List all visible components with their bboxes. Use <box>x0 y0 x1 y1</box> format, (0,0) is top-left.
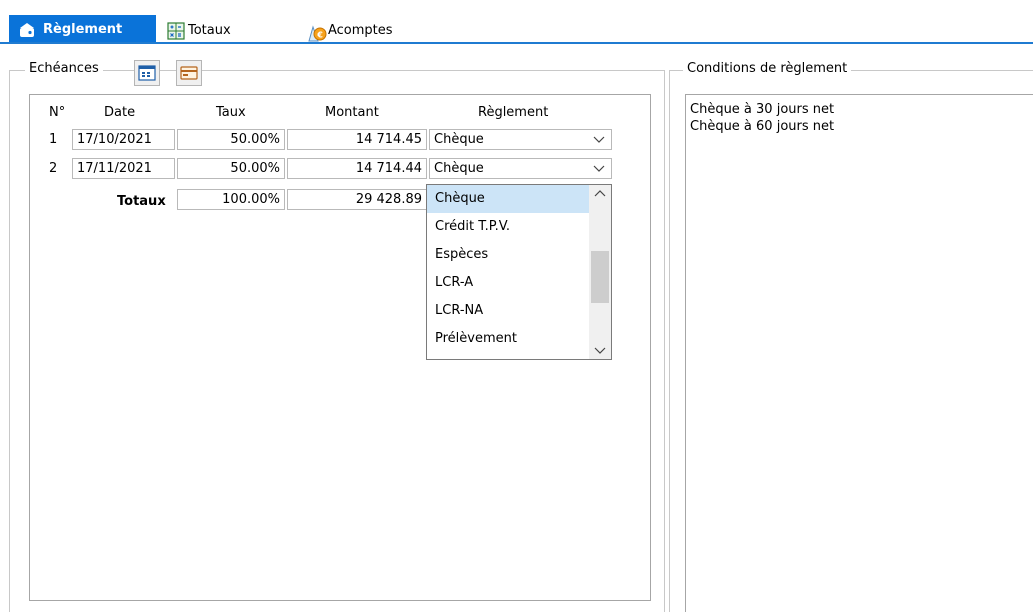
reglement-select-value: Chèque <box>434 161 484 176</box>
tab-reglement-label: Règlement <box>43 22 123 37</box>
dropdown-option-cheque[interactable]: Chèque <box>427 185 589 213</box>
tab-totaux-label: Totaux <box>188 23 231 38</box>
scroll-down-icon[interactable] <box>589 341 611 359</box>
header-montant: Montant <box>325 105 379 120</box>
dropdown-option-especes[interactable]: Espèces <box>427 241 589 269</box>
tab-reglement[interactable]: Règlement <box>9 15 156 44</box>
chevron-down-icon <box>593 130 605 155</box>
reglement-dropdown-list[interactable]: Chèque Crédit T.P.V. Espèces LCR-A LCR-N… <box>426 184 612 360</box>
montant-field[interactable]: 14 714.45 <box>287 129 427 150</box>
tab-bar: Règlement Totaux € Acomptes <box>0 0 1033 44</box>
header-taux: Taux <box>216 105 246 120</box>
chevron-down-icon <box>593 159 605 184</box>
card-button[interactable] <box>176 60 202 86</box>
taux-field[interactable]: 50.00% <box>177 129 285 150</box>
date-field[interactable]: 17/11/2021 <box>72 158 175 179</box>
taux-field[interactable]: 50.00% <box>177 158 285 179</box>
totals-montant-field: 29 428.89 <box>287 189 427 210</box>
date-field[interactable]: 17/10/2021 <box>72 129 175 150</box>
conditions-legend: Conditions de règlement <box>683 61 852 76</box>
tab-acomptes-label: Acomptes <box>328 23 393 38</box>
totals-taux-field: 100.00% <box>177 189 285 210</box>
header-date: Date <box>104 105 136 120</box>
condition-line: Chèque à 60 jours net <box>690 119 835 134</box>
dropdown-option-credit-tpv[interactable]: Crédit T.P.V. <box>427 213 589 241</box>
tab-totaux[interactable]: Totaux <box>166 17 231 44</box>
wallet-icon <box>17 20 37 40</box>
echeances-legend: Echéances <box>25 61 103 76</box>
dropdown-scrollbar[interactable] <box>589 185 611 359</box>
dropdown-option-lcr-a[interactable]: LCR-A <box>427 269 589 297</box>
dropdown-option-lcr-na[interactable]: LCR-NA <box>427 297 589 325</box>
row-num: 1 <box>49 132 58 147</box>
dropdown-option-prelevement[interactable]: Prélèvement <box>427 325 589 353</box>
euro-coins-icon: € <box>306 21 327 41</box>
card-icon <box>177 66 201 89</box>
calendar-icon <box>135 65 159 89</box>
scroll-up-icon[interactable] <box>589 185 611 203</box>
reglement-select[interactable]: Chèque <box>429 158 612 179</box>
header-reglement: Règlement <box>478 105 549 120</box>
scrollbar-thumb[interactable] <box>591 251 609 303</box>
tab-acomptes[interactable]: € Acomptes <box>306 17 393 44</box>
calendar-button[interactable] <box>134 60 160 86</box>
conditions-list[interactable] <box>685 94 1033 612</box>
reglement-select-value: Chèque <box>434 132 484 147</box>
reglement-select[interactable]: Chèque <box>429 129 612 150</box>
tab-underline <box>0 42 1033 44</box>
totals-label: Totaux <box>117 194 166 209</box>
svg-text:€: € <box>316 30 323 39</box>
calculator-icon <box>166 21 186 41</box>
header-num: N° <box>49 105 66 120</box>
condition-line: Chèque à 30 jours net <box>690 102 835 117</box>
row-num: 2 <box>49 161 58 176</box>
montant-field[interactable]: 14 714.44 <box>287 158 427 179</box>
